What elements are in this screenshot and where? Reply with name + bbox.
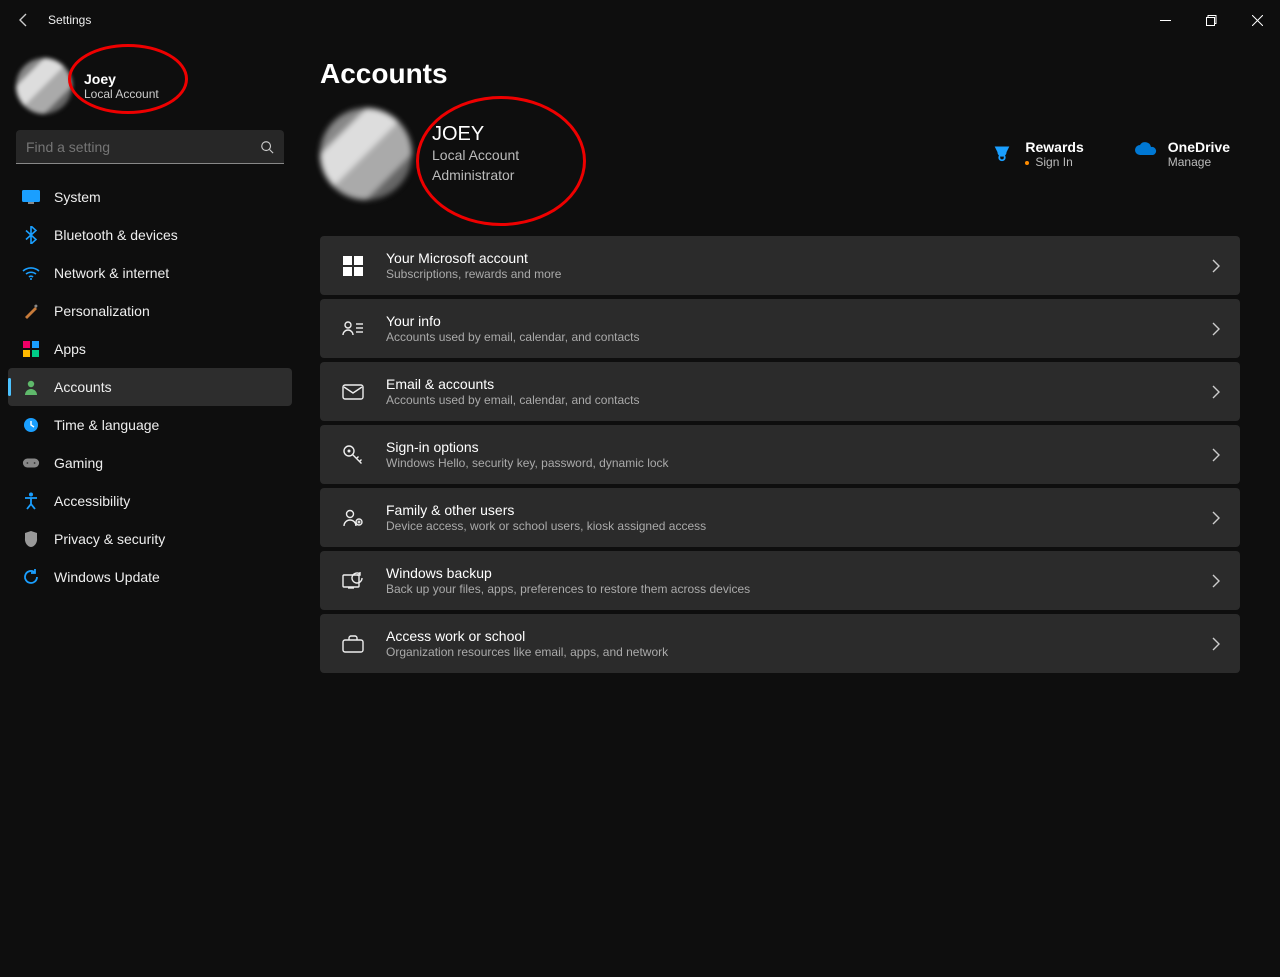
avatar	[320, 108, 412, 200]
microsoft-icon	[340, 253, 366, 279]
card-subtitle: Accounts used by email, calendar, and co…	[386, 393, 1212, 407]
privacy-icon	[22, 530, 40, 548]
card-title: Family & other users	[386, 502, 1212, 518]
search-input[interactable]	[26, 139, 260, 155]
onedrive-icon	[1134, 141, 1156, 163]
minimize-button[interactable]	[1142, 4, 1188, 36]
rewards-link[interactable]: Rewards Sign In	[991, 139, 1083, 169]
card-title: Sign-in options	[386, 439, 1212, 455]
onedrive-link[interactable]: OneDrive Manage	[1134, 139, 1230, 169]
card-subtitle: Subscriptions, rewards and more	[386, 267, 1212, 281]
chevron-right-icon	[1212, 385, 1220, 399]
onedrive-sub: Manage	[1168, 155, 1230, 169]
nav-label: Accounts	[54, 379, 112, 395]
content: Accounts JOEY Local Account Administrato…	[300, 40, 1280, 977]
card-title: Your Microsoft account	[386, 250, 1212, 266]
account-hero: JOEY Local Account Administrator Rewards…	[320, 108, 1240, 200]
card-title: Windows backup	[386, 565, 1212, 581]
sidebar-user[interactable]: Joey Local Account	[0, 50, 300, 130]
card-info[interactable]: Your infoAccounts used by email, calenda…	[320, 299, 1240, 358]
sidebar-item-gaming[interactable]: Gaming	[8, 444, 292, 482]
hero-role: Administrator	[432, 166, 519, 186]
nav: System Bluetooth & devices Network & inter…	[0, 178, 300, 596]
hero-account-type: Local Account	[432, 146, 519, 166]
update-icon	[22, 568, 40, 586]
nav-label: Windows Update	[54, 569, 160, 585]
card-family[interactable]: Family & other usersDevice access, work …	[320, 488, 1240, 547]
accessibility-icon	[22, 492, 40, 510]
app-title: Settings	[48, 13, 91, 27]
bluetooth-icon	[22, 226, 40, 244]
sidebar-item-time[interactable]: Time & language	[8, 406, 292, 444]
sidebar-item-system[interactable]: System	[8, 178, 292, 216]
chevron-right-icon	[1212, 259, 1220, 273]
page-title: Accounts	[320, 58, 1240, 90]
sidebar-item-wifi[interactable]: Network & internet	[8, 254, 292, 292]
card-microsoft[interactable]: Your Microsoft accountSubscriptions, rew…	[320, 236, 1240, 295]
back-button[interactable]	[12, 8, 36, 32]
avatar	[16, 58, 72, 114]
briefcase-icon	[340, 631, 366, 657]
nav-label: Time & language	[54, 417, 159, 433]
chevron-right-icon	[1212, 322, 1220, 336]
card-title: Access work or school	[386, 628, 1212, 644]
titlebar: Settings	[0, 0, 1280, 40]
apps-icon	[22, 340, 40, 358]
rewards-sub: Sign In	[1025, 155, 1083, 169]
chevron-right-icon	[1212, 637, 1220, 651]
email-icon	[340, 379, 366, 405]
sidebar-item-update[interactable]: Windows Update	[8, 558, 292, 596]
sidebar-item-accessibility[interactable]: Accessibility	[8, 482, 292, 520]
accounts-icon	[22, 378, 40, 396]
card-email[interactable]: Email & accountsAccounts used by email, …	[320, 362, 1240, 421]
card-briefcase[interactable]: Access work or schoolOrganization resour…	[320, 614, 1240, 673]
settings-cards: Your Microsoft accountSubscriptions, rew…	[320, 236, 1240, 673]
nav-label: Privacy & security	[54, 531, 165, 547]
info-icon	[340, 316, 366, 342]
sidebar-item-personalization[interactable]: Personalization	[8, 292, 292, 330]
key-icon	[340, 442, 366, 468]
nav-label: Network & internet	[54, 265, 169, 281]
family-icon	[340, 505, 366, 531]
chevron-right-icon	[1212, 448, 1220, 462]
nav-label: Bluetooth & devices	[54, 227, 178, 243]
nav-label: Personalization	[54, 303, 150, 319]
sidebar-item-privacy[interactable]: Privacy & security	[8, 520, 292, 558]
card-key[interactable]: Sign-in optionsWindows Hello, security k…	[320, 425, 1240, 484]
card-subtitle: Back up your files, apps, preferences to…	[386, 582, 1212, 596]
maximize-button[interactable]	[1188, 4, 1234, 36]
card-title: Your info	[386, 313, 1212, 329]
sidebar-item-apps[interactable]: Apps	[8, 330, 292, 368]
personalization-icon	[22, 302, 40, 320]
card-subtitle: Windows Hello, security key, password, d…	[386, 456, 1212, 470]
card-subtitle: Device access, work or school users, kio…	[386, 519, 1212, 533]
sidebar-item-accounts[interactable]: Accounts	[8, 368, 292, 406]
card-subtitle: Accounts used by email, calendar, and co…	[386, 330, 1212, 344]
system-icon	[22, 188, 40, 206]
card-backup[interactable]: Windows backupBack up your files, apps, …	[320, 551, 1240, 610]
backup-icon	[340, 568, 366, 594]
sidebar-user-name: Joey	[84, 71, 159, 87]
sidebar: Joey Local Account System Bluetooth & dev…	[0, 40, 300, 977]
hero-name: JOEY	[432, 123, 519, 146]
card-subtitle: Organization resources like email, apps,…	[386, 645, 1212, 659]
search-box[interactable]	[16, 130, 284, 164]
gaming-icon	[22, 454, 40, 472]
wifi-icon	[22, 264, 40, 282]
onedrive-title: OneDrive	[1168, 139, 1230, 155]
search-icon	[260, 140, 274, 154]
chevron-right-icon	[1212, 574, 1220, 588]
card-title: Email & accounts	[386, 376, 1212, 392]
chevron-right-icon	[1212, 511, 1220, 525]
close-button[interactable]	[1234, 4, 1280, 36]
nav-label: Gaming	[54, 455, 103, 471]
nav-label: Accessibility	[54, 493, 130, 509]
sidebar-user-subtitle: Local Account	[84, 87, 159, 101]
time-icon	[22, 416, 40, 434]
rewards-icon	[991, 141, 1013, 163]
nav-label: Apps	[54, 341, 86, 357]
nav-label: System	[54, 189, 101, 205]
rewards-title: Rewards	[1025, 139, 1083, 155]
sidebar-item-bluetooth[interactable]: Bluetooth & devices	[8, 216, 292, 254]
